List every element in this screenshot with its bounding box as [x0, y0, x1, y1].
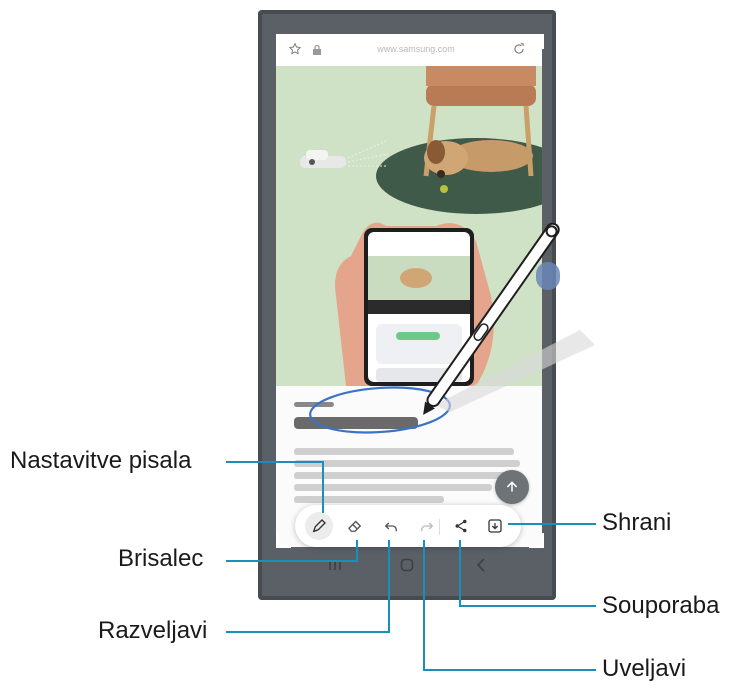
callout-pen-settings: Nastavitve pisala [10, 447, 192, 474]
url-text[interactable]: www.samsung.com [361, 43, 471, 55]
share-button[interactable] [445, 510, 477, 542]
toolbar-divider [439, 519, 440, 535]
redo-icon [421, 522, 434, 532]
crop-corner [529, 533, 544, 548]
pen-icon [312, 519, 326, 533]
crop-corner [529, 34, 544, 49]
callout-redo: Uveljavi [602, 655, 687, 682]
arrow-up-icon [506, 481, 518, 492]
air-command-icon[interactable] [536, 262, 560, 290]
callout-share: Souporaba [602, 592, 720, 619]
save-button[interactable] [479, 510, 511, 542]
eraser-button[interactable] [339, 510, 371, 542]
browser-url-bar[interactable]: www.samsung.com [276, 34, 542, 67]
callout-eraser: Brisalec [118, 545, 204, 572]
undo-button[interactable] [375, 510, 407, 542]
leader-line [459, 605, 596, 607]
leader-line [226, 631, 390, 633]
callout-save: Shrani [602, 509, 672, 536]
back-icon[interactable] [476, 558, 486, 572]
leader-line [226, 560, 358, 562]
pen-settings-button[interactable] [303, 510, 335, 542]
leader-line [322, 461, 324, 513]
crop-corner [276, 533, 291, 548]
eraser-icon [348, 520, 362, 532]
screen-write-toolbar [295, 505, 521, 547]
leader-line [508, 523, 596, 525]
download-icon [488, 519, 502, 533]
scroll-to-top-button[interactable] [495, 470, 529, 504]
leader-line [388, 540, 390, 633]
home-icon[interactable] [400, 558, 414, 572]
leader-line [423, 540, 425, 671]
leader-line [459, 540, 461, 607]
leader-line [423, 669, 596, 671]
spen-illustration [309, 222, 595, 434]
callout-undo: Razveljavi [98, 617, 208, 644]
share-icon [455, 519, 467, 533]
lock-icon [312, 43, 322, 61]
crop-corner [276, 34, 291, 49]
leader-line [226, 461, 324, 463]
navigation-bar [258, 549, 556, 582]
undo-icon [384, 522, 397, 532]
reload-icon[interactable] [512, 42, 526, 61]
leader-line [356, 540, 358, 562]
